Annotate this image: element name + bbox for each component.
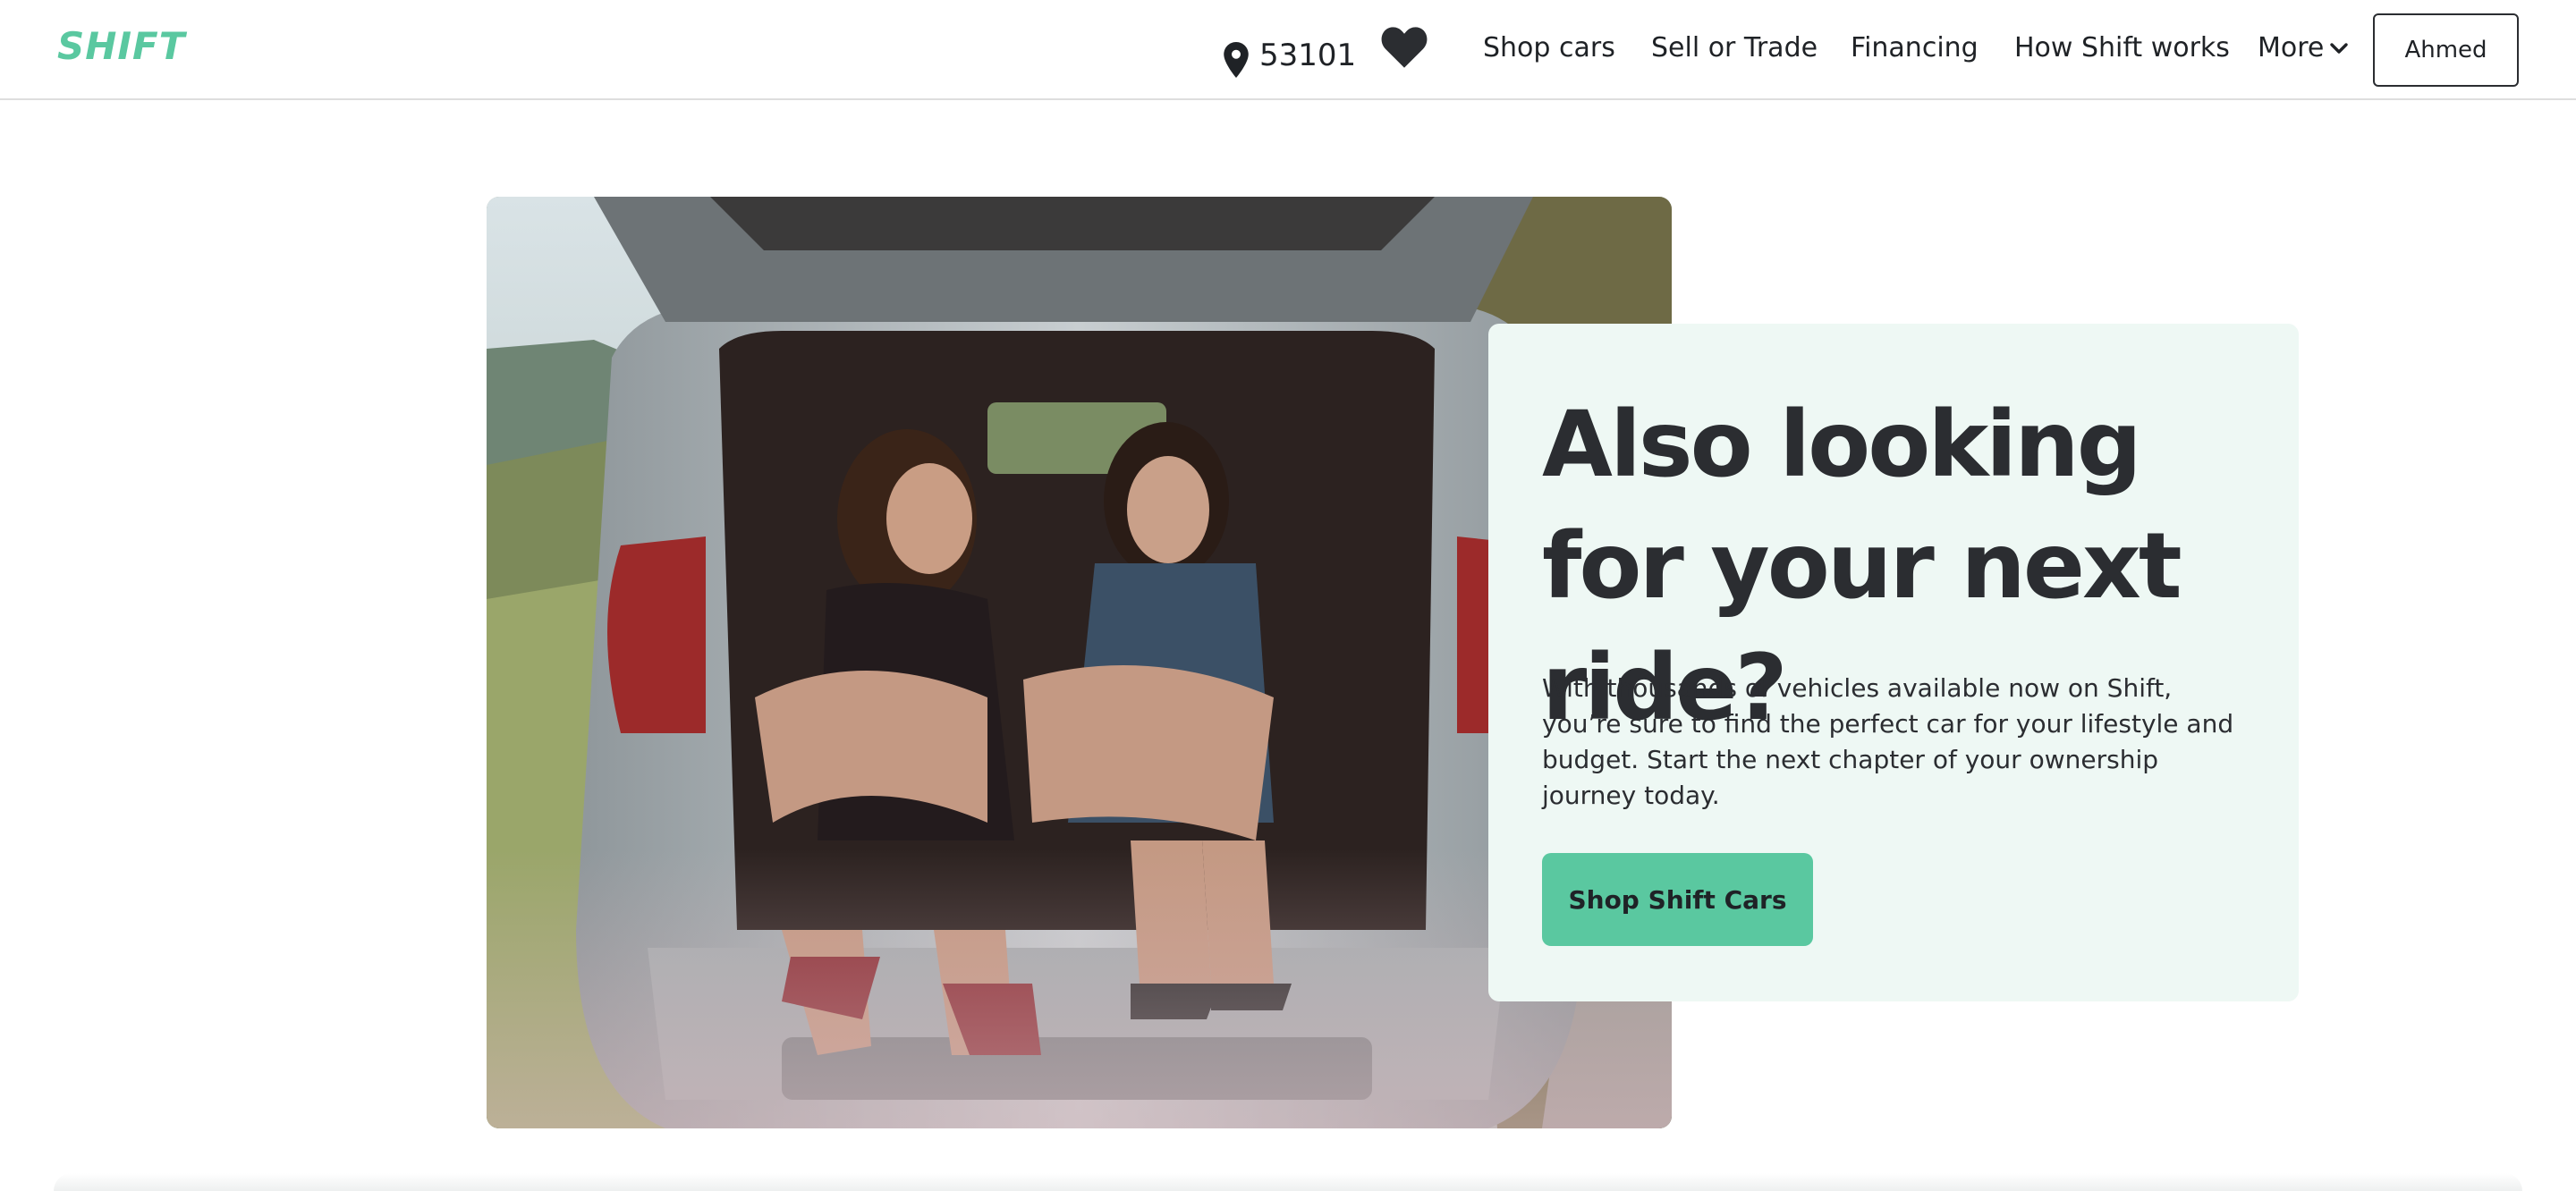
promo-card: Also looking for your next ride? With th… bbox=[1488, 324, 2299, 1001]
nav-more-menu[interactable]: More bbox=[2258, 30, 2349, 66]
nav-financing[interactable]: Financing bbox=[1851, 30, 1979, 66]
chevron-down-icon bbox=[2330, 43, 2349, 54]
nav-sell-or-trade[interactable]: Sell or Trade bbox=[1651, 30, 1818, 66]
promo-description: With thousands of vehicles available now… bbox=[1542, 673, 2234, 810]
nav-shop-cars[interactable]: Shop cars bbox=[1483, 30, 1615, 66]
map-pin-icon bbox=[1224, 42, 1249, 78]
heart-icon bbox=[1381, 27, 1428, 68]
shift-logo[interactable]: SHIFT bbox=[57, 25, 185, 68]
next-section-edge bbox=[54, 1173, 2522, 1191]
nav-more-label: More bbox=[2258, 32, 2325, 63]
zip-code: 53101 bbox=[1259, 38, 1357, 73]
favorites-button[interactable] bbox=[1381, 27, 1428, 70]
user-account-button[interactable]: Ahmed bbox=[2373, 13, 2519, 87]
site-header: SHIFT 53101 Shop cars Sell or Trade Fina… bbox=[0, 0, 2576, 100]
shop-shift-cars-button[interactable]: Shop Shift Cars bbox=[1542, 853, 1813, 946]
location-selector[interactable]: 53101 bbox=[1222, 30, 1356, 80]
nav-how-shift-works[interactable]: How Shift works bbox=[2014, 30, 2230, 66]
